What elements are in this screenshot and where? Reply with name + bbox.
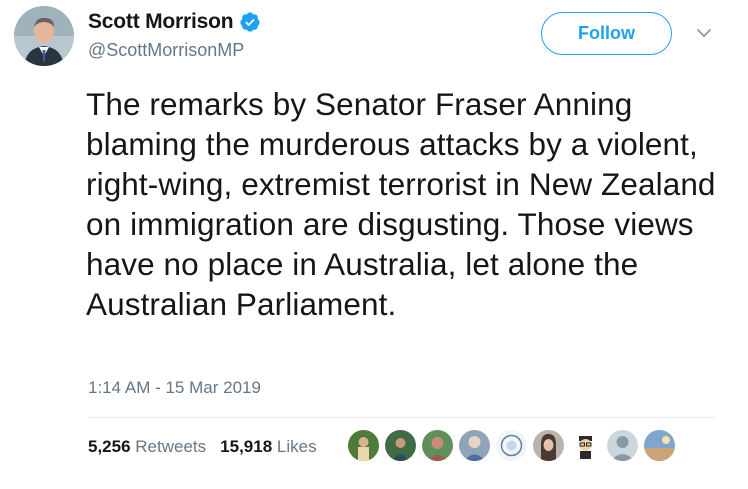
author-avatar[interactable]	[14, 6, 74, 66]
liker-avatar[interactable]	[385, 430, 416, 461]
liker-avatar[interactable]	[496, 430, 527, 461]
retweets-stat[interactable]: 5,256 Retweets	[88, 437, 206, 457]
liker-avatar[interactable]	[422, 430, 453, 461]
liker-avatar[interactable]	[570, 430, 601, 461]
author-handle[interactable]: @ScottMorrisonMP	[88, 40, 244, 61]
liker-avatar[interactable]	[644, 430, 675, 461]
follow-button[interactable]: Follow	[541, 12, 672, 55]
liker-avatar[interactable]	[533, 430, 564, 461]
likes-label: Likes	[276, 437, 317, 456]
verified-badge-icon	[239, 11, 261, 33]
chevron-down-icon[interactable]	[695, 24, 713, 42]
likes-count: 15,918	[220, 437, 273, 456]
liker-avatars	[348, 430, 675, 461]
likes-stat[interactable]: 15,918 Likes	[220, 437, 316, 457]
divider	[88, 417, 716, 418]
liker-avatar[interactable]	[459, 430, 490, 461]
tweet-text: The remarks by Senator Fraser Anning bla…	[86, 86, 716, 322]
liker-avatar[interactable]	[348, 430, 379, 461]
author-name-row[interactable]: Scott Morrison	[88, 10, 261, 34]
liker-avatar[interactable]	[607, 430, 638, 461]
author-display-name[interactable]: Scott Morrison	[88, 10, 234, 34]
tweet-timestamp[interactable]: 1:14 AM - 15 Mar 2019	[88, 378, 261, 398]
tweet-stats: 5,256 Retweets 15,918 Likes	[88, 437, 317, 457]
retweets-count: 5,256	[88, 437, 131, 456]
retweets-label: Retweets	[135, 437, 207, 456]
